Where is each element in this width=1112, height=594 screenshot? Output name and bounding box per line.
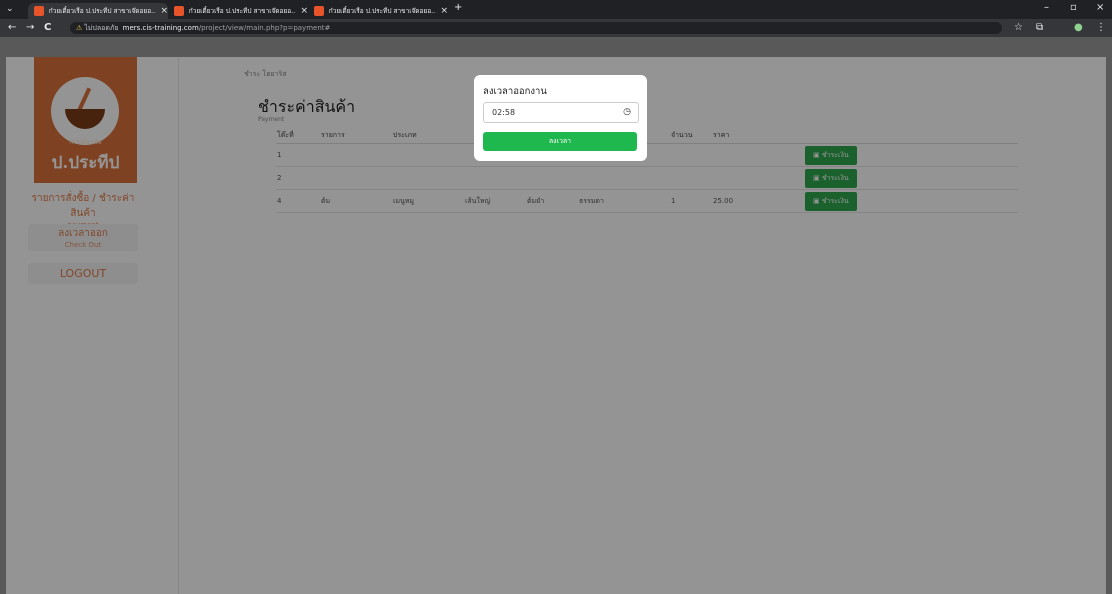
window-close-button[interactable]: × (1096, 2, 1104, 13)
favicon-icon (314, 6, 324, 16)
submit-checkout-button[interactable]: ลงเวลา (483, 132, 637, 151)
new-tab-button[interactable]: + (454, 2, 462, 14)
warning-icon: ⚠ (76, 24, 83, 32)
time-input[interactable]: 02:58 ◷ (483, 102, 639, 123)
bookmark-star-icon[interactable]: ☆ (1014, 22, 1023, 34)
maximize-button[interactable]: ▫ (1070, 2, 1077, 13)
browser-tab-3[interactable]: ก๋วยเตี๋ยวเรือ ป.ประทีป สาขาเจ๊ดอยอ... × (308, 3, 448, 19)
url-host: mers.cis-training.com (122, 24, 199, 32)
favicon-icon (174, 6, 184, 16)
minimize-button[interactable]: – (1044, 2, 1049, 13)
time-value: 02:58 (492, 108, 516, 117)
browser-menu-icon[interactable]: ⋮ (1096, 22, 1106, 34)
tab-title: ก๋วยเตี๋ยวเรือ ป.ประทีป สาขาเจ๊ดอยอ... (328, 7, 437, 15)
clock-icon[interactable]: ◷ (623, 107, 631, 117)
tab-title: ก๋วยเตี๋ยวเรือ ป.ประทีป สาขาเจ๊ดอยอ... (188, 7, 297, 15)
forward-button[interactable]: → (26, 22, 34, 34)
browser-tab-1[interactable]: ก๋วยเตี๋ยวเรือ ป.ประทีป สาขาเจ๊ดอยอ... × (28, 3, 168, 19)
tab-close-icon[interactable]: × (300, 6, 308, 16)
url-field[interactable]: ⚠ ไม่ปลอดภัย mers.cis-training.com/project… (70, 22, 1002, 34)
browser-tabbar: ⌄ ก๋วยเตี๋ยวเรือ ป.ประทีป สาขาเจ๊ดอยอ...… (0, 0, 1112, 19)
modal-title: ลงเวลาออกงาน (483, 86, 547, 97)
profile-icon[interactable]: ● (1074, 22, 1083, 34)
reload-button[interactable]: C (44, 22, 51, 34)
browser-tab-2[interactable]: ก๋วยเตี๋ยวเรือ ป.ประทีป สาขาเจ๊ดอยอ... × (168, 3, 308, 19)
back-button[interactable]: ← (8, 22, 16, 34)
favicon-icon (34, 6, 44, 16)
tab-close-icon[interactable]: × (160, 6, 168, 16)
address-bar-row: ← → C ⚠ ไม่ปลอดภัย mers.cis-training.com/p… (0, 19, 1112, 37)
not-secure-label: ไม่ปลอดภัย (84, 24, 119, 32)
checkout-modal: ลงเวลาออกงาน 02:58 ◷ ลงเวลา (474, 75, 647, 161)
url-path: /project/view/main.php?p=payment# (198, 24, 331, 32)
extensions-icon[interactable]: ⧉ (1036, 22, 1043, 34)
tab-title: ก๋วยเตี๋ยวเรือ ป.ประทีป สาขาเจ๊ดอยอ... (48, 7, 157, 15)
tab-search-icon[interactable]: ⌄ (6, 3, 14, 15)
tab-close-icon[interactable]: × (440, 6, 448, 16)
